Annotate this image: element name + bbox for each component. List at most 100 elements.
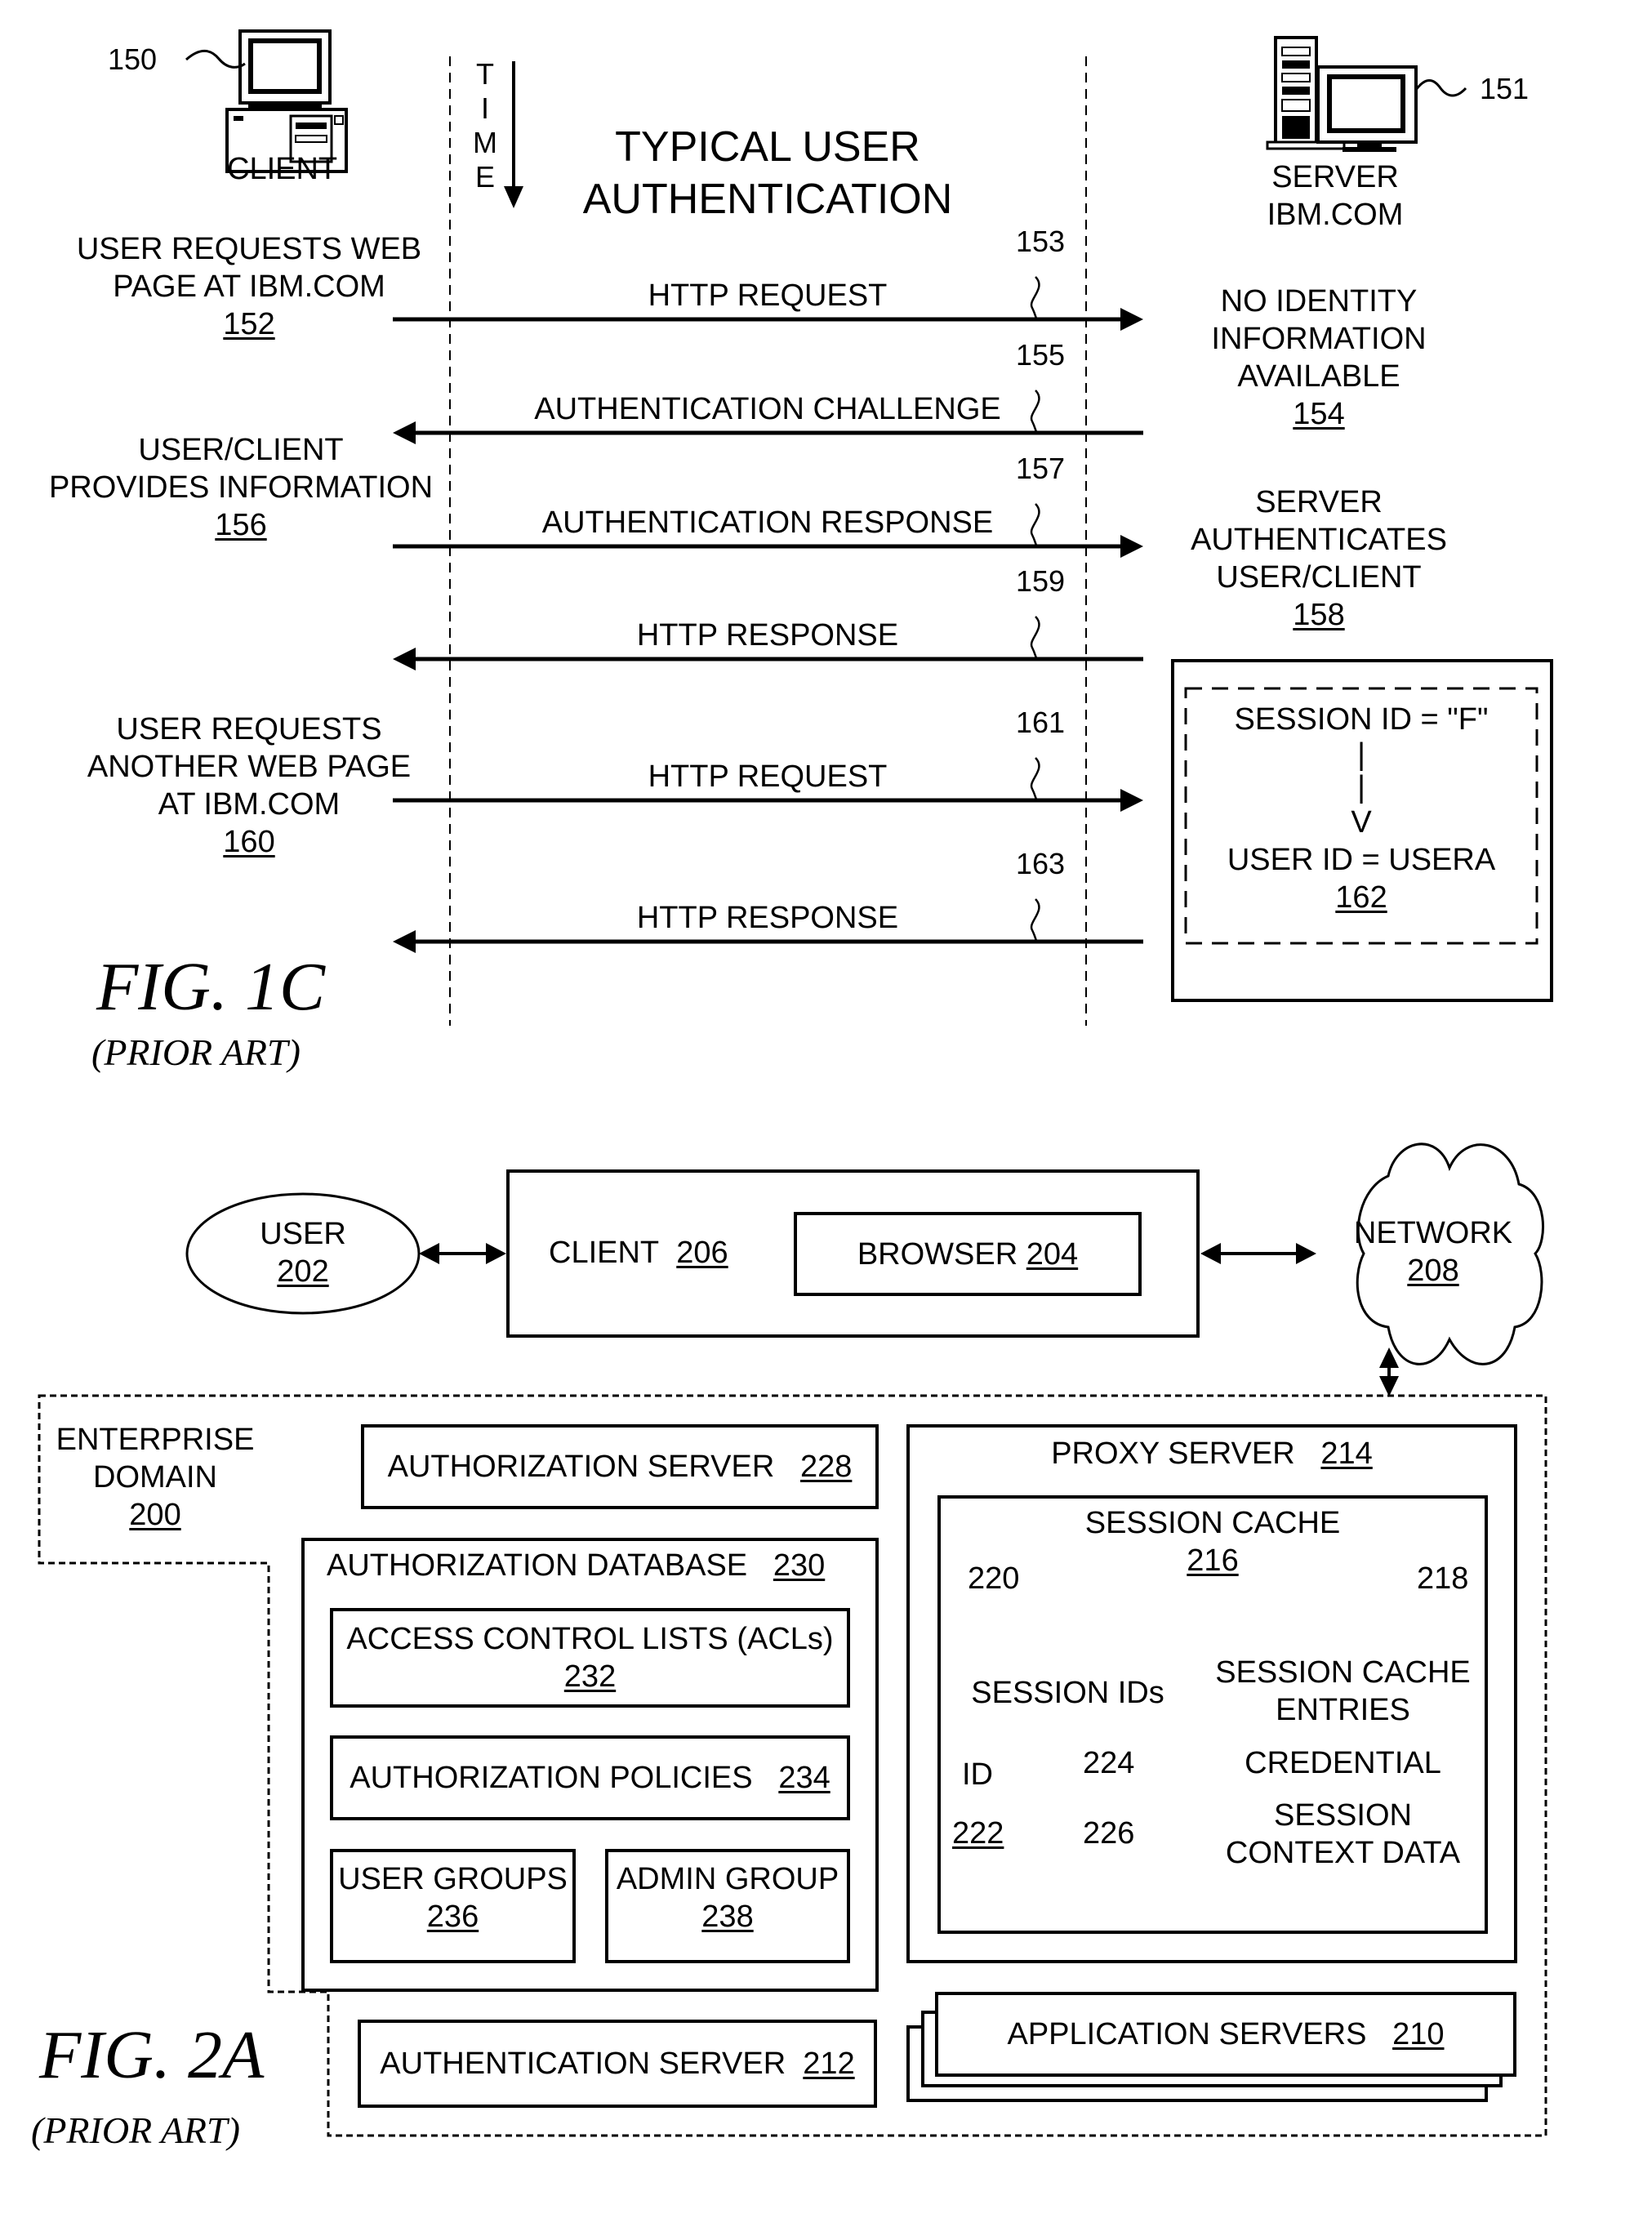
user-groups-ref: 236 bbox=[426, 1900, 479, 1934]
authn-server-label: AUTHENTICATION SERVER bbox=[380, 2047, 786, 2081]
network-ref: 208 bbox=[1407, 1254, 1459, 1288]
network-node: NETWORK 208 bbox=[1351, 1214, 1515, 1289]
session-id-text: SESSION ID = "F" bbox=[1234, 702, 1489, 737]
arrowhead bbox=[1296, 1243, 1316, 1264]
step-line: AUTHENTICATES bbox=[1191, 523, 1447, 557]
arrowhead bbox=[1379, 1376, 1399, 1396]
client-ref-leader bbox=[185, 49, 246, 69]
application-servers-box: APPLICATION SERVERS 210 bbox=[935, 1992, 1516, 2077]
step-ref: 152 bbox=[223, 307, 275, 341]
proxy-server-title: PROXY SERVER 214 bbox=[906, 1435, 1517, 1472]
client-step-156: USER/CLIENT PROVIDES INFORMATION 156 bbox=[24, 431, 457, 544]
arrowhead bbox=[486, 1243, 506, 1264]
step-line: ANOTHER WEB PAGE bbox=[87, 750, 412, 784]
time-arrowhead bbox=[504, 186, 523, 208]
step-line: SERVER bbox=[1255, 485, 1383, 519]
authz-server-ref: 228 bbox=[799, 1450, 853, 1484]
authz-db-title: AUTHORIZATION DATABASE 230 bbox=[327, 1547, 825, 1584]
authorization-server-box: AUTHORIZATION SERVER 228 bbox=[361, 1424, 879, 1509]
client-step-160: USER REQUESTS ANOTHER WEB PAGE AT IBM.CO… bbox=[33, 710, 465, 861]
title-line: AUTHENTICATION bbox=[582, 176, 953, 223]
mapping-ref: 162 bbox=[1335, 880, 1387, 915]
proxy-label: PROXY SERVER bbox=[1051, 1436, 1295, 1471]
context-line: CONTEXT DATA bbox=[1225, 1836, 1461, 1870]
session-context-cell: SESSION CONTEXT DATA bbox=[1198, 1797, 1488, 1872]
ref-226: 226 bbox=[1083, 1816, 1135, 1851]
server-step-154: NO IDENTITY INFORMATION AVAILABLE 154 bbox=[1143, 283, 1494, 433]
app-servers-label: APPLICATION SERVERS bbox=[1007, 2017, 1367, 2051]
time-letter: M bbox=[473, 126, 497, 159]
step-ref: 154 bbox=[1293, 397, 1345, 431]
step-line: USER REQUESTS bbox=[116, 712, 382, 746]
step-line: AT IBM.COM bbox=[158, 787, 341, 822]
message-ref: 159 bbox=[1016, 564, 1066, 598]
mapping-pipe: | bbox=[1357, 737, 1365, 772]
user-groups-label: USER GROUPS bbox=[338, 1862, 568, 1896]
server-computer-icon bbox=[1266, 36, 1418, 152]
client-node-label: CLIENT 206 bbox=[549, 1234, 728, 1272]
id-ref: 222 bbox=[952, 1816, 1004, 1851]
acl-label: ACCESS CONTROL LISTS (ACLs) bbox=[346, 1622, 834, 1656]
proxy-ref: 214 bbox=[1320, 1436, 1373, 1471]
message-arrowhead bbox=[393, 648, 416, 670]
session-cache-label: SESSION CACHE bbox=[1084, 1506, 1341, 1540]
context-line: SESSION bbox=[1274, 1798, 1412, 1833]
enterprise-line: ENTERPRISE bbox=[56, 1423, 255, 1457]
step-line: NO IDENTITY bbox=[1220, 284, 1418, 318]
user-id-text: USER ID = USERA bbox=[1227, 843, 1496, 877]
header-line: ENTRIES bbox=[1276, 1693, 1410, 1727]
message-ref: 163 bbox=[1016, 847, 1066, 880]
id-label: ID bbox=[962, 1757, 993, 1792]
admin-group-ref: 238 bbox=[701, 1900, 754, 1934]
arrowhead bbox=[419, 1243, 439, 1264]
server-label: SERVER IBM.COM bbox=[1249, 158, 1421, 234]
message-label: AUTHENTICATION CHALLENGE bbox=[534, 392, 1001, 426]
client-step-152: USER REQUESTS WEB PAGE AT IBM.COM 152 bbox=[33, 230, 465, 343]
server-label-line: IBM.COM bbox=[1267, 198, 1404, 232]
arrowhead bbox=[1200, 1243, 1221, 1264]
client-ref: 150 bbox=[108, 42, 158, 76]
message-arrowhead bbox=[1120, 789, 1143, 812]
step-line: USER REQUESTS WEB bbox=[76, 232, 422, 266]
client-label-ref: 206 bbox=[676, 1236, 728, 1270]
authentication-server-box: AUTHENTICATION SERVER 212 bbox=[358, 2020, 877, 2108]
step-ref: 160 bbox=[223, 825, 275, 859]
ref-218: 218 bbox=[1417, 1561, 1469, 1596]
authz-db-ref: 230 bbox=[773, 1548, 826, 1583]
browser-box: BROWSER 204 bbox=[794, 1212, 1142, 1296]
session-mapping: SESSION ID = "F" | | V USER ID = USERA 1… bbox=[1186, 701, 1537, 916]
enterprise-ref: 200 bbox=[129, 1498, 181, 1532]
server-label-line: SERVER bbox=[1271, 160, 1399, 194]
step-line: INFORMATION bbox=[1211, 322, 1427, 356]
fig2a-caption: FIG. 2A bbox=[39, 2017, 265, 2093]
policies-ref: 234 bbox=[778, 1761, 830, 1795]
session-ids-header: SESSION IDs bbox=[971, 1676, 1164, 1710]
header-line: SESSION CACHE bbox=[1215, 1655, 1471, 1690]
diagram-title: TYPICAL USER AUTHENTICATION bbox=[555, 121, 980, 225]
message-label: AUTHENTICATION RESPONSE bbox=[541, 506, 994, 540]
message-label: HTTP RESPONSE bbox=[636, 618, 899, 653]
message-arrowhead bbox=[1120, 535, 1143, 558]
authn-server-ref: 212 bbox=[803, 2047, 855, 2081]
credential-cell: CREDENTIAL bbox=[1245, 1746, 1441, 1780]
authz-db-label: AUTHORIZATION DATABASE bbox=[327, 1548, 748, 1583]
session-cache-ref: 216 bbox=[1187, 1543, 1239, 1578]
message-label: HTTP REQUEST bbox=[648, 278, 888, 313]
enterprise-line: DOMAIN bbox=[93, 1460, 217, 1494]
step-line: PAGE AT IBM.COM bbox=[113, 269, 385, 304]
time-letter: I bbox=[480, 91, 489, 125]
admin-group-box: ADMIN GROUP 238 bbox=[605, 1849, 850, 1963]
message-label: HTTP REQUEST bbox=[648, 759, 888, 794]
server-step-158: SERVER AUTHENTICATES USER/CLIENT 158 bbox=[1143, 483, 1494, 634]
ref-220: 220 bbox=[968, 1561, 1020, 1596]
message-ref: 161 bbox=[1016, 706, 1066, 739]
step-ref: 156 bbox=[215, 508, 267, 542]
client-label: CLIENT bbox=[227, 152, 338, 186]
mapping-pipe: | bbox=[1357, 770, 1365, 804]
time-letter: T bbox=[476, 57, 494, 91]
title-line: TYPICAL USER bbox=[615, 123, 920, 171]
ref-224: 224 bbox=[1083, 1746, 1135, 1780]
fig2a-subcaption: (PRIOR ART) bbox=[31, 2109, 240, 2151]
step-ref: 158 bbox=[1293, 598, 1345, 632]
browser-label: BROWSER bbox=[857, 1236, 1018, 1272]
